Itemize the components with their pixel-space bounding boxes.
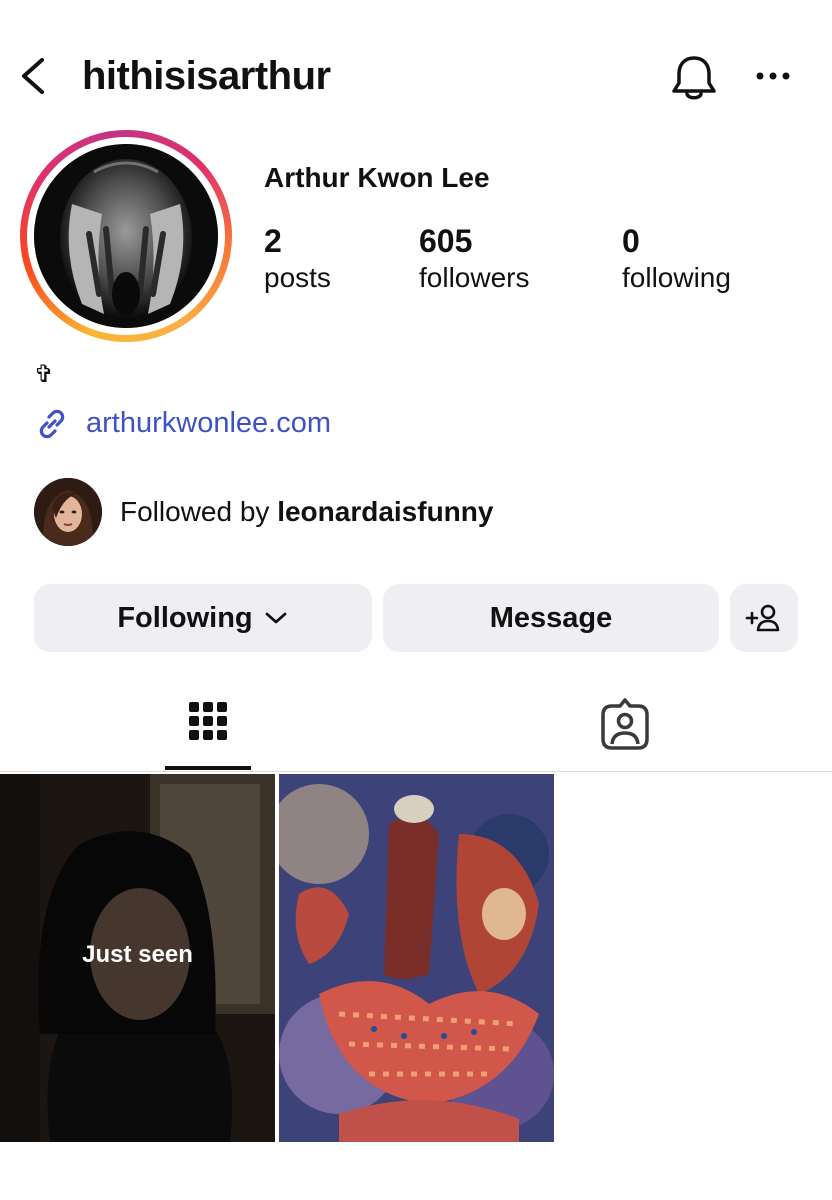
chevron-down-icon (265, 612, 287, 624)
followed-by-username[interactable]: leonardaisfunny (277, 496, 493, 527)
mutual-avatar-image (34, 478, 102, 546)
message-button-label: Message (489, 601, 613, 634)
mutual-followers[interactable]: Followed by leonardaisfunny (34, 478, 734, 548)
posts-count: 2 (264, 223, 282, 259)
add-user-icon (745, 604, 780, 632)
add-user-button[interactable] (730, 584, 798, 652)
more-horizontal-icon[interactable] (748, 54, 796, 98)
followers-label: followers (419, 262, 530, 293)
tab-grid[interactable] (165, 688, 251, 772)
profile-tabs (0, 688, 832, 772)
following-button[interactable]: Following (34, 584, 372, 652)
followed-by-prefix: Followed by (120, 496, 278, 527)
link-icon (39, 409, 65, 439)
post-thumbnail[interactable]: Just seen (0, 774, 275, 1142)
post-image-artwork (279, 774, 554, 1142)
avatar-portrait (34, 144, 218, 328)
bio-text: ✞ (34, 360, 55, 388)
following-label: following (622, 262, 731, 293)
profile-header: hithisisarthur (0, 40, 832, 112)
following-count: 0 (622, 223, 640, 259)
tab-tagged[interactable] (582, 688, 668, 772)
following-button-label: Following (117, 601, 253, 634)
chevron-left-icon[interactable] (14, 52, 54, 100)
bell-icon[interactable] (666, 50, 722, 106)
profile-username: hithisisarthur (82, 54, 331, 98)
following-stat[interactable]: 0 following (622, 222, 731, 296)
story-ring[interactable] (20, 130, 232, 342)
profile-full-name: Arthur Kwon Lee (264, 162, 490, 193)
message-button[interactable]: Message (383, 584, 719, 652)
profile-avatar[interactable] (34, 144, 218, 328)
followers-stat[interactable]: 605 followers (419, 222, 529, 296)
grid-icon (189, 702, 227, 740)
followers-count: 605 (419, 223, 473, 259)
posts-label: posts (264, 262, 331, 293)
post-thumbnail[interactable] (279, 774, 554, 1142)
active-tab-indicator (165, 766, 251, 770)
followed-by-text: Followed by leonardaisfunny (120, 494, 493, 530)
just-seen-label: Just seen (82, 941, 193, 968)
posts-stat[interactable]: 2 posts (264, 222, 331, 296)
website-link[interactable]: arthurkwonlee.com (86, 404, 331, 442)
mutual-follower-avatar[interactable] (34, 478, 102, 546)
tagged-person-icon (601, 698, 649, 750)
